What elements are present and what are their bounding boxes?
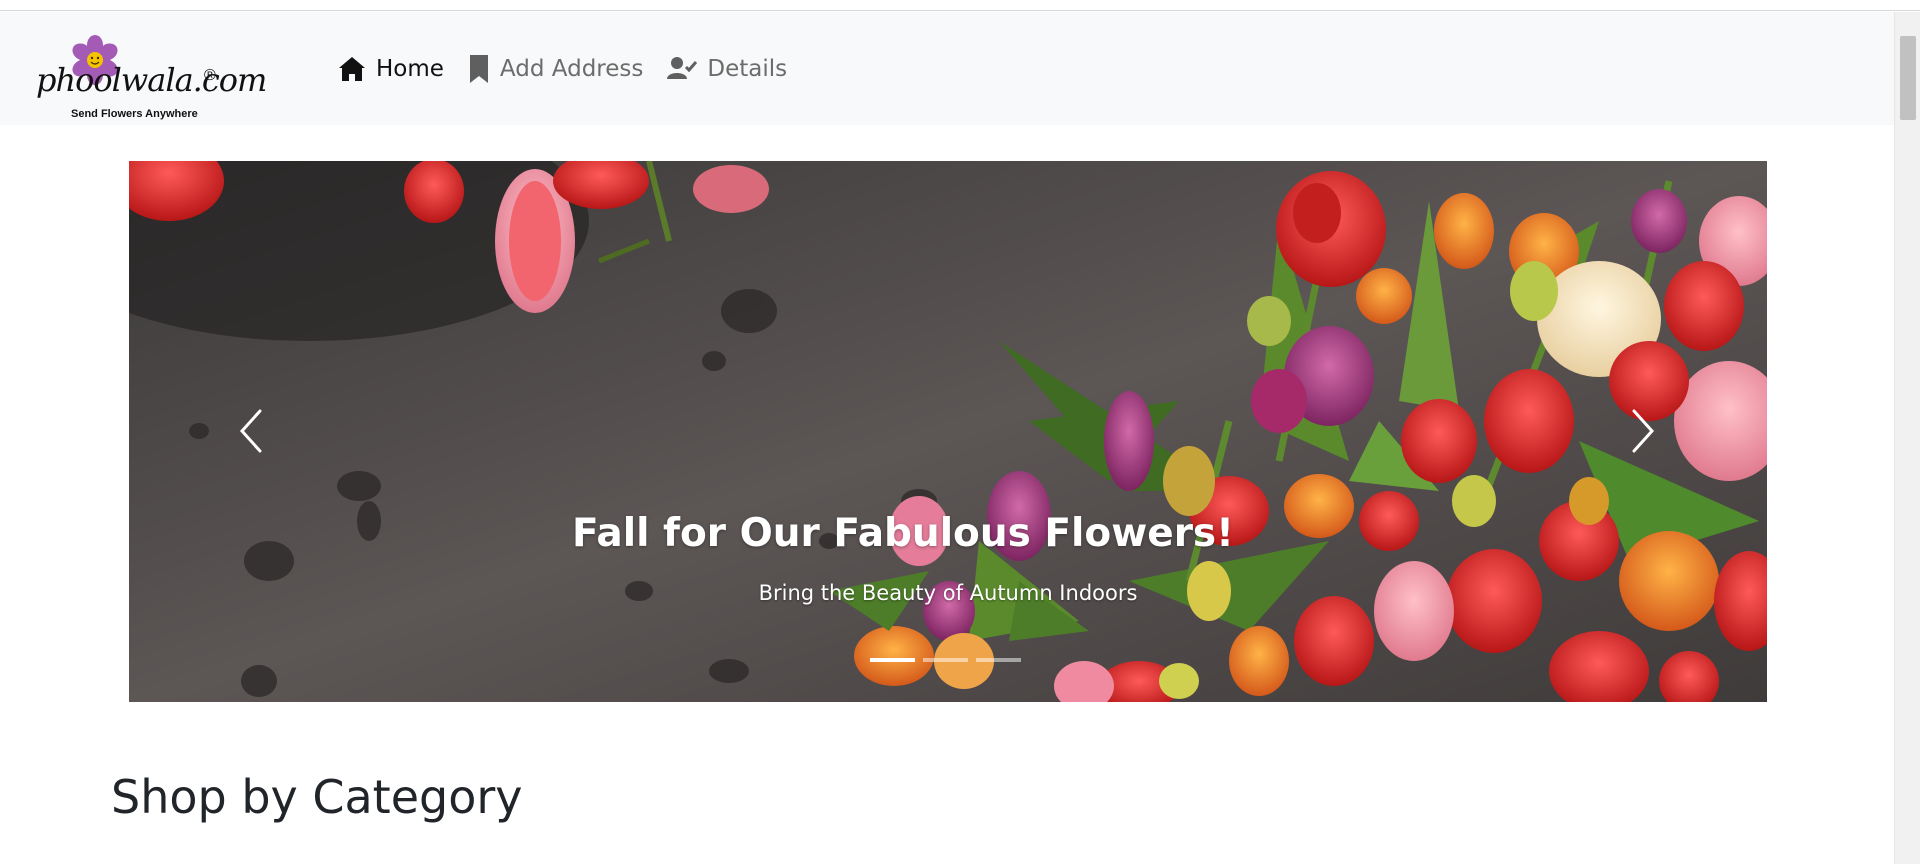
carousel-caption-text: Bring the Beauty of Autumn Indoors — [758, 581, 1138, 605]
window-top-edge — [0, 0, 1920, 11]
navbar: phoolwala.com ® Send Flowers Anywhere Ho… — [0, 12, 1894, 125]
page-scrollbar[interactable] — [1894, 12, 1920, 864]
carousel-indicator-3[interactable] — [976, 658, 1021, 662]
carousel-slide-image — [129, 161, 1767, 702]
chevron-right-icon — [1632, 409, 1655, 453]
nav-link-home[interactable]: Home — [338, 49, 444, 89]
nav-link-details-label: Details — [707, 56, 788, 82]
hero-carousel: Fall for Our Fabulous Flowers! Bring the… — [129, 161, 1767, 702]
registered-mark: ® — [204, 67, 216, 84]
carousel-next-button[interactable] — [1603, 391, 1683, 471]
nav-link-add-address[interactable]: Add Address — [468, 49, 643, 89]
home-icon — [338, 55, 366, 83]
page: phoolwala.com ® Send Flowers Anywhere Ho… — [0, 0, 1920, 864]
nav-link-add-address-label: Add Address — [499, 56, 644, 82]
carousel-indicator-2[interactable] — [923, 658, 968, 662]
carousel-indicator-1[interactable] — [870, 658, 915, 662]
brand-tagline: Send Flowers Anywhere — [71, 108, 198, 120]
carousel-caption-title: Fall for Our Fabulous Flowers! — [572, 511, 1234, 556]
user-check-icon — [667, 56, 698, 82]
chevron-left-icon — [239, 409, 262, 453]
brand-logo[interactable]: phoolwala.com ® Send Flowers Anywhere — [36, 34, 267, 120]
section-title-shop-by-category: Shop by Category — [111, 770, 523, 824]
nav-link-details[interactable]: Details — [667, 49, 787, 89]
scrollbar-thumb[interactable] — [1900, 36, 1916, 120]
bookmark-icon — [468, 54, 490, 84]
brand-wordmark: phoolwala.com — [36, 61, 267, 99]
carousel-indicators — [870, 658, 1021, 662]
nav-links: Home Add Address Details — [338, 49, 811, 89]
carousel-prev-button[interactable] — [211, 391, 291, 471]
nav-link-home-label: Home — [376, 56, 444, 82]
